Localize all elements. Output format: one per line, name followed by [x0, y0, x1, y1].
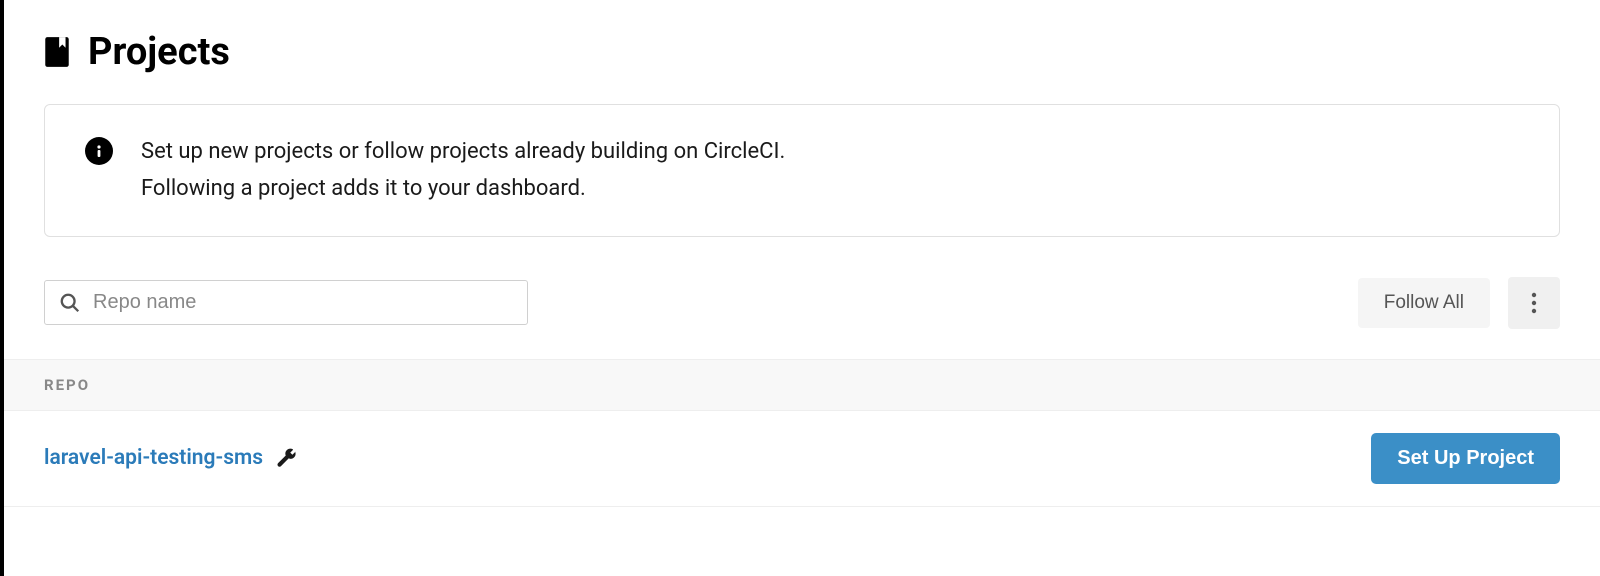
- info-icon: [85, 137, 113, 165]
- more-options-button[interactable]: [1508, 277, 1560, 329]
- table-row: laravel-api-testing-sms Set Up Project: [4, 411, 1600, 507]
- search-icon: [59, 292, 81, 314]
- kebab-icon: [1531, 291, 1537, 315]
- info-line-2: Following a project adds it to your dash…: [141, 170, 785, 207]
- info-text: Set up new projects or follow projects a…: [141, 133, 785, 208]
- page-header: Projects: [44, 30, 1560, 74]
- repo-search-input[interactable]: [93, 291, 513, 314]
- toolbar: Follow All: [44, 277, 1560, 329]
- toolbar-actions: Follow All: [1358, 277, 1560, 329]
- set-up-project-button[interactable]: Set Up Project: [1371, 433, 1560, 484]
- repo-link[interactable]: laravel-api-testing-sms: [44, 446, 263, 470]
- table-column-header-repo: REPO: [4, 359, 1600, 411]
- bookmark-icon: [44, 36, 70, 68]
- page-title: Projects: [88, 30, 230, 74]
- repo-cell: laravel-api-testing-sms: [44, 446, 297, 470]
- follow-all-button[interactable]: Follow All: [1358, 278, 1490, 328]
- info-panel: Set up new projects or follow projects a…: [44, 104, 1560, 237]
- search-container[interactable]: [44, 280, 528, 325]
- wrench-icon[interactable]: [277, 448, 297, 468]
- projects-table: REPO laravel-api-testing-sms Set Up Proj…: [4, 359, 1600, 507]
- info-line-1: Set up new projects or follow projects a…: [141, 133, 785, 170]
